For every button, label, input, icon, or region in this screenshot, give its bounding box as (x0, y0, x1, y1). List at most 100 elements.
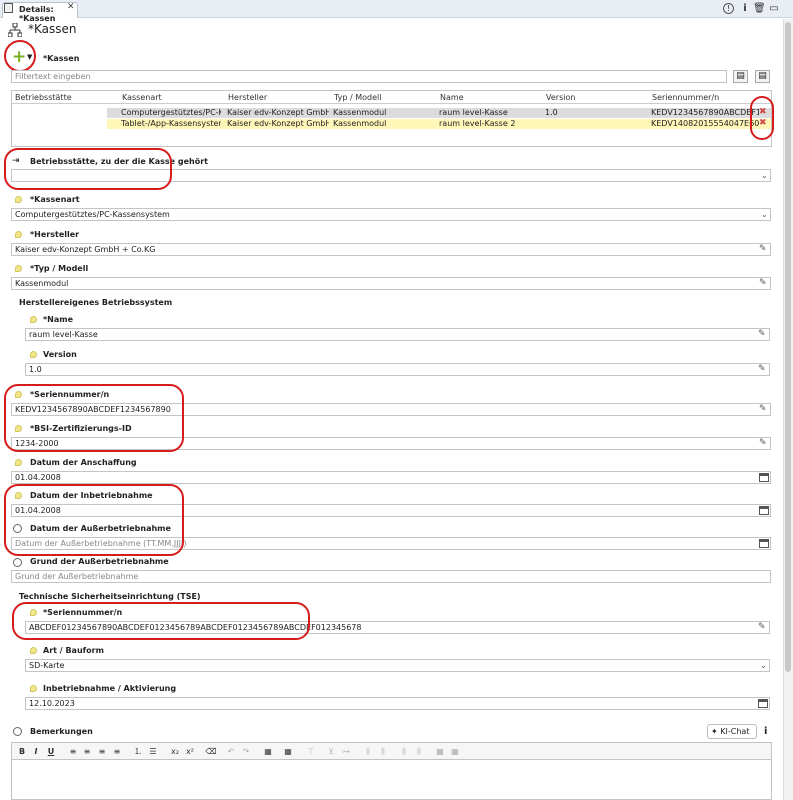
calendar-icon[interactable] (758, 699, 768, 708)
cell-name: raum level-Kasse (439, 108, 508, 117)
align-right-icon[interactable]: ≡ (96, 745, 108, 758)
column-header[interactable]: Seriennummer/n (652, 93, 719, 102)
calendar-icon[interactable] (759, 539, 769, 548)
merge-icon[interactable]: ⊶ (340, 745, 352, 758)
column-right-icon[interactable]: ⫼ (377, 745, 389, 758)
edit-icon[interactable]: ✎ (759, 244, 767, 254)
version-field[interactable]: 1.0 (25, 363, 770, 376)
filter-icon[interactable]: ⊻ (325, 745, 337, 758)
aktivierung-label: Inbetriebnahme / Aktivierung (43, 684, 177, 693)
warning-icon[interactable]: ! (723, 3, 734, 14)
typ-field[interactable]: Kassenmodul (11, 277, 771, 290)
superscript-icon[interactable]: x² (184, 745, 196, 758)
anschaffung-date-field[interactable]: 01.04.2008 (11, 471, 771, 484)
hierarchy-icon (8, 23, 22, 37)
italic-button[interactable]: I (30, 745, 42, 758)
grid-settings-icon[interactable]: ▦ (449, 745, 461, 758)
hersteller-label: *Hersteller (30, 230, 80, 239)
filter-input[interactable]: Filtertext eingeben (11, 70, 727, 83)
info-icon[interactable]: i (764, 726, 767, 737)
column-header[interactable]: Name (440, 93, 464, 102)
hint-icon (15, 459, 22, 466)
redo-icon[interactable]: ↷ (240, 745, 252, 758)
bold-button[interactable]: B (16, 745, 28, 758)
column-left-icon[interactable]: ⫼ (362, 745, 374, 758)
trash-icon[interactable]: 🗑 (753, 3, 766, 15)
name-field[interactable]: raum level-Kasse (25, 328, 770, 341)
grund-radio[interactable] (13, 558, 22, 567)
seriennummer-field[interactable]: KEDV1234567890ABCDEF1234567890 (11, 403, 771, 416)
kassenart-label: *Kassenart (30, 195, 80, 204)
column-header[interactable]: Version (546, 93, 575, 102)
info-icon[interactable]: i (739, 3, 751, 15)
close-icon[interactable]: ✕ (67, 2, 75, 12)
hint-icon (30, 685, 37, 692)
bsi-field[interactable]: 1234-2000 (11, 437, 771, 450)
edit-icon[interactable]: ✎ (759, 404, 767, 414)
cell-typ: Kassenmodul (333, 108, 387, 117)
table-row[interactable]: Computergestütztes/PC-K... Kaiser edv-Ko… (107, 108, 771, 118)
ki-chat-button[interactable]: ✦ KI-Chat (707, 724, 757, 739)
column-header[interactable]: Kassenart (122, 93, 162, 102)
table-edit-icon[interactable]: ▦ (262, 745, 274, 758)
edit-icon[interactable]: ✎ (759, 438, 767, 448)
column-header[interactable]: Hersteller (228, 93, 267, 102)
edit-icon[interactable]: ✎ (758, 329, 766, 339)
delete-column-icon[interactable]: ⫼ (413, 745, 425, 758)
bemerkungen-editor[interactable] (11, 760, 772, 800)
align-left-icon[interactable]: ≡ (67, 745, 79, 758)
grid-icon[interactable]: ▦ (434, 745, 446, 758)
version-label: Version (43, 350, 77, 359)
eraser-icon[interactable]: ⌫ (205, 745, 217, 758)
betriebssystem-group-label: Herstellereigenes Betriebssystem (19, 298, 173, 307)
tse-seriennummer-field[interactable]: ABCDEF01234567890ABCDEF0123456789ABCDEF0… (25, 621, 770, 634)
ausserbetriebnahme-date-field[interactable]: Datum der Außerbetriebnahme (TT.MM.JJJJ) (11, 537, 771, 550)
ausserbetriebnahme-radio[interactable] (13, 524, 22, 533)
editor-tab-bar (0, 0, 793, 18)
calendar-icon[interactable] (759, 473, 769, 482)
column-header[interactable]: Betriebsstätte (15, 93, 72, 102)
edit-icon[interactable]: ✎ (758, 622, 766, 632)
delete-row-icon[interactable]: ✖ (759, 118, 767, 128)
chevron-down-icon[interactable]: ▼ (27, 53, 32, 61)
bullet-list-icon[interactable]: ☰ (147, 745, 159, 758)
grund-field[interactable]: Grund der Außerbetriebnahme (11, 570, 771, 583)
cell-hersteller: Kaiser edv-Konzept GmbH ... (227, 119, 329, 128)
expand-all-icon[interactable]: ▤ (733, 70, 748, 83)
chevron-down-icon[interactable]: ⌄ (761, 210, 768, 219)
ordered-list-icon[interactable]: ⒈ (132, 745, 144, 758)
underline-button[interactable]: U (45, 745, 57, 758)
edit-icon[interactable]: ✎ (758, 364, 766, 374)
split-icon[interactable]: ⫼ (398, 745, 410, 758)
hint-icon (15, 425, 22, 432)
minimize-icon[interactable]: ▭ (768, 3, 780, 15)
edit-icon[interactable]: ✎ (759, 278, 767, 288)
aktivierung-date-field[interactable]: 12.10.2023 (25, 697, 770, 710)
scrollbar-thumb[interactable] (785, 22, 791, 672)
art-select[interactable]: SD-Karte (25, 659, 770, 672)
calendar-icon[interactable] (759, 506, 769, 515)
add-icon[interactable]: + (12, 49, 26, 66)
justify-icon[interactable]: ≡ (111, 745, 123, 758)
cell-hersteller: Kaiser edv-Konzept GmbH ... (227, 108, 329, 117)
collapse-all-icon[interactable]: ▤ (755, 70, 770, 83)
chevron-down-icon[interactable]: ⌄ (760, 661, 767, 670)
insert-row-icon[interactable]: ⊤ (305, 745, 317, 758)
tse-group-label: Technische Sicherheitseinrichtung (TSE) (19, 592, 201, 601)
table-row[interactable]: Tablet-/App-Kassensystem Kaiser edv-Konz… (107, 119, 771, 129)
anschaffung-label: Datum der Anschaffung (30, 458, 137, 467)
inbetriebnahme-date-field[interactable]: 01.04.2008 (11, 504, 771, 517)
delete-row-icon[interactable]: ✖ (759, 107, 767, 117)
chevron-down-icon[interactable]: ⌄ (761, 171, 768, 180)
table-icon[interactable]: ▦ (282, 745, 294, 758)
subscript-icon[interactable]: x₂ (169, 745, 181, 758)
hersteller-field[interactable]: Kaiser edv-Konzept GmbH + Co.KG (11, 243, 771, 256)
kassen-section-label: *Kassen (43, 54, 80, 63)
bemerkungen-radio[interactable] (13, 727, 22, 736)
undo-icon[interactable]: ↶ (225, 745, 237, 758)
betriebsstaette-select[interactable] (11, 169, 771, 182)
column-header[interactable]: Typ / Modell (334, 93, 381, 102)
kassenart-select[interactable]: Computergestütztes/PC-Kassensystem (11, 208, 771, 221)
hint-icon (15, 265, 22, 272)
align-center-icon[interactable]: ≡ (81, 745, 93, 758)
